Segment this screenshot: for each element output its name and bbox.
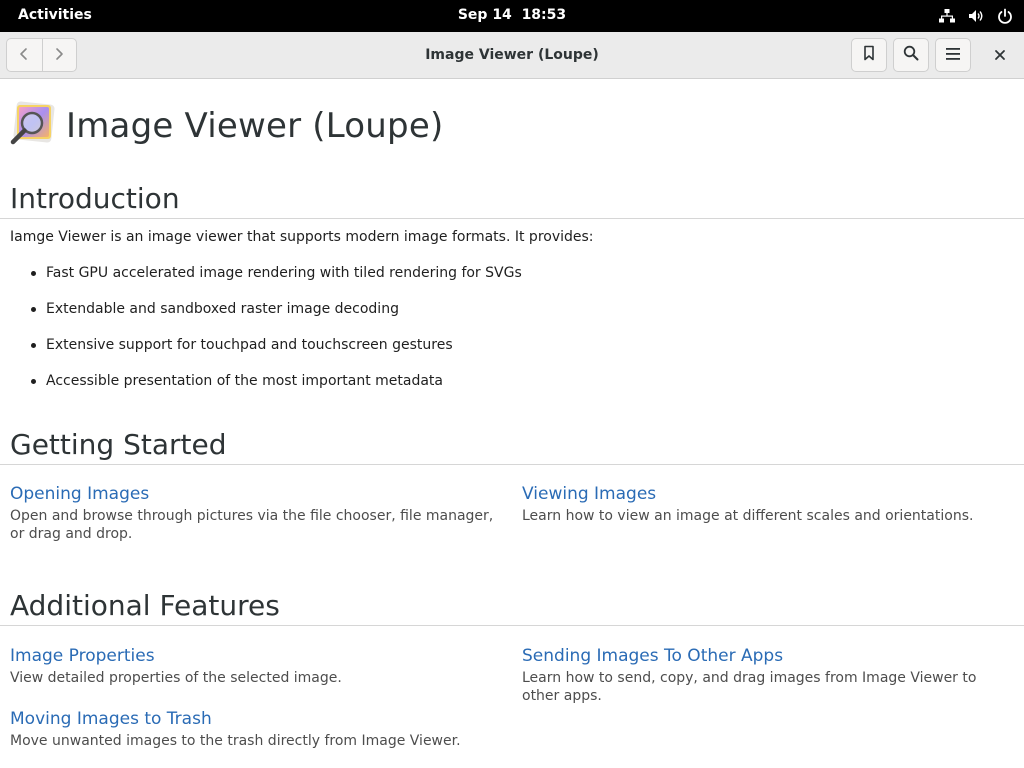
navigation-buttons [6,38,77,72]
section-divider [0,625,1024,626]
clock-time[interactable]: 18:53 [522,7,567,23]
moving-images-to-trash-link[interactable]: Moving Images to Trash [10,708,500,730]
feature-list: Fast GPU accelerated image rendering wit… [10,264,522,408]
network-icon[interactable] [938,7,956,25]
section-divider [0,464,1024,465]
bookmark-button[interactable] [851,38,887,72]
list-item: Extendable and sandboxed raster image de… [10,300,522,336]
back-icon [17,46,31,65]
close-button[interactable] [982,38,1018,72]
search-button[interactable] [893,38,929,72]
topic-description: Open and browse through pictures via the… [10,508,494,542]
list-item: Accessible presentation of the most impo… [10,372,522,408]
main-menu-button[interactable] [935,38,971,72]
list-item: Fast GPU accelerated image rendering wit… [10,264,522,300]
bookmark-icon [862,45,876,65]
topic-description: View detailed properties of the selected… [10,670,342,686]
topic-image-properties: Image Properties View detailed propertie… [10,645,500,687]
topic-description: Move unwanted images to the trash direct… [10,733,461,749]
forward-icon [52,46,66,65]
topic-sending-images: Sending Images To Other Apps Learn how t… [522,645,1012,705]
additional-features-heading: Additional Features [10,589,280,622]
close-icon [994,46,1006,65]
introduction-heading: Introduction [10,182,180,215]
topic-description: Learn how to send, copy, and drag images… [522,670,977,704]
getting-started-heading: Getting Started [10,428,227,461]
system-tray[interactable] [938,0,1014,32]
gnome-top-bar: Activities Sep 14 18:53 [0,0,1024,32]
section-divider [0,218,1024,219]
clock: Sep 14 18:53 [0,0,1024,32]
clock-date[interactable]: Sep 14 [458,7,512,23]
volume-icon[interactable] [967,7,985,25]
activities-button[interactable]: Activities [8,0,102,32]
search-icon [903,45,919,65]
forward-button[interactable] [41,39,77,71]
topic-opening-images: Opening Images Open and browse through p… [10,483,500,543]
image-properties-link[interactable]: Image Properties [10,645,500,667]
menu-icon [945,46,961,65]
page-title: Image Viewer (Loupe) [66,106,444,146]
topic-description: Learn how to view an image at different … [522,508,974,524]
sending-images-link[interactable]: Sending Images To Other Apps [522,645,1012,667]
page-header: Image Viewer (Loupe) [8,91,443,161]
topic-moving-to-trash: Moving Images to Trash Move unwanted ima… [10,708,500,750]
help-page-content[interactable]: Image Viewer (Loupe) Introduction Iamge … [0,79,1024,768]
introduction-text: Iamge Viewer is an image viewer that sup… [10,229,594,245]
header-bar: Image Viewer (Loupe) [0,32,1024,79]
power-icon[interactable] [996,7,1014,25]
image-viewer-app-icon [8,101,58,151]
back-button[interactable] [7,39,42,71]
opening-images-link[interactable]: Opening Images [10,483,500,505]
viewing-images-link[interactable]: Viewing Images [522,483,1012,505]
list-item: Extensive support for touchpad and touch… [10,336,522,372]
topic-viewing-images: Viewing Images Learn how to view an imag… [522,483,1012,525]
